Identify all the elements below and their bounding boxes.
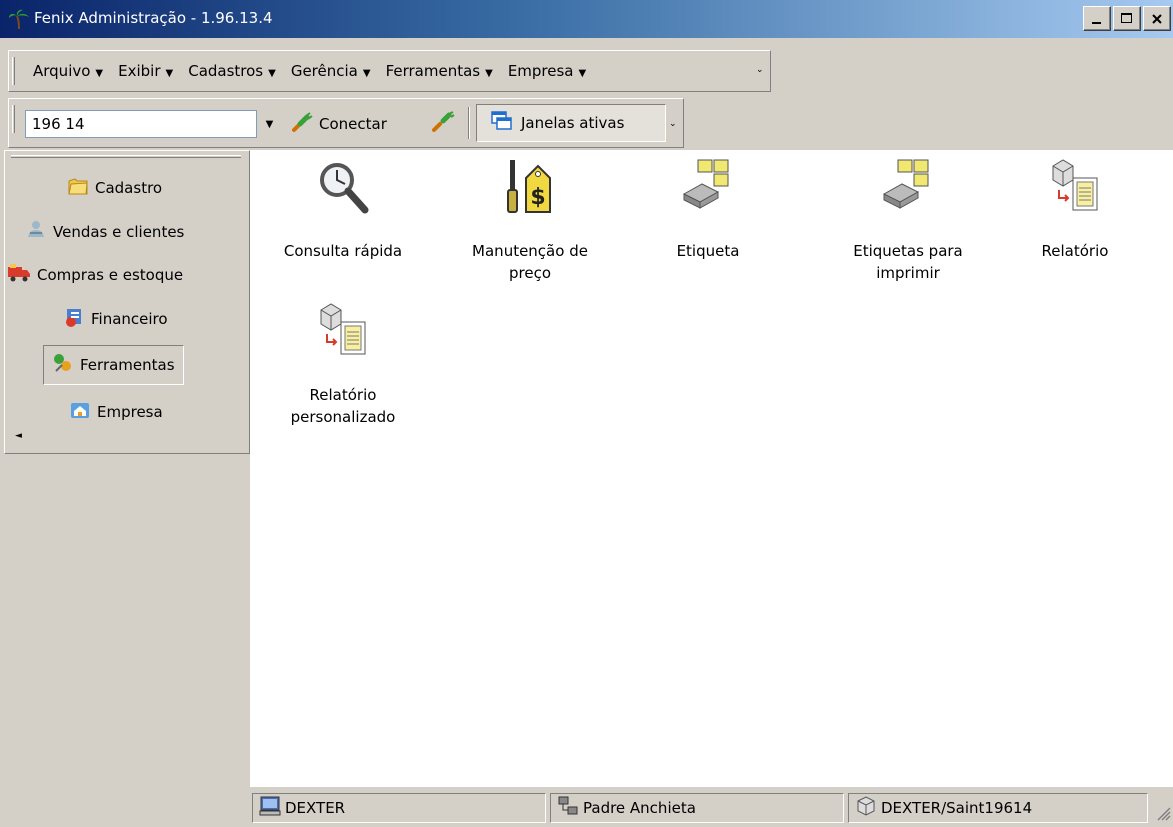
window-controls: [1083, 6, 1171, 31]
menu-empresa[interactable]: Empresa ▼: [508, 62, 586, 80]
finance-icon: [63, 306, 85, 332]
toolbar: ▼ Conectar Janelas ativas ⌄: [8, 98, 684, 148]
status-computer: DEXTER: [252, 793, 546, 823]
report-icon: [258, 302, 428, 384]
palm-tree-icon: [8, 8, 30, 34]
menu-exibir[interactable]: Exibir ▼: [118, 62, 173, 80]
tile-label: Etiqueta: [676, 242, 740, 260]
minimize-button[interactable]: [1083, 6, 1111, 31]
tile-manutencao-de-preco[interactable]: $ Manutenção de preço: [445, 158, 615, 284]
sidebar: Cadastro Vendas e clientes Compras e est…: [4, 150, 250, 454]
network-icon: [557, 796, 579, 820]
menu-overflow-chevron-icon[interactable]: ⌄: [756, 65, 764, 75]
menu-arquivo[interactable]: Arquivo ▼: [33, 62, 103, 80]
handshake-icon: [25, 219, 47, 245]
tile-label: Etiquetas para imprimir: [853, 242, 963, 282]
report-icon: [990, 158, 1160, 240]
sidebar-item-ferramentas[interactable]: Ferramentas: [43, 345, 184, 385]
caret-down-icon: ▼: [95, 68, 104, 79]
sidebar-grip: [11, 155, 241, 158]
sidebar-item-compras-e-estoque[interactable]: Compras e estoque: [7, 262, 183, 288]
connection-combo[interactable]: ▼: [25, 110, 282, 138]
close-button[interactable]: [1143, 6, 1171, 31]
menu-gerencia[interactable]: Gerência ▼: [291, 62, 371, 80]
svg-text:$: $: [530, 185, 545, 210]
tile-etiquetas-para-imprimir[interactable]: Etiquetas para imprimir: [823, 158, 993, 284]
tile-label: Relatório personalizado: [290, 386, 396, 426]
active-windows-label: Janelas ativas: [521, 114, 625, 132]
caret-down-icon: ▼: [578, 68, 587, 79]
status-bar: DEXTER Padre Anchieta DEXTER/Saint19614: [0, 787, 1173, 827]
label-printer-icon: [823, 158, 993, 240]
label-printer-icon: [623, 158, 793, 240]
connect-button[interactable]: Conectar: [291, 111, 387, 137]
resize-grip-icon[interactable]: [1155, 805, 1171, 825]
title-bar: Fenix Administração - 1.96.13.4: [0, 0, 1173, 38]
menu-bar: Arquivo ▼ Exibir ▼ Cadastros ▼ Gerência ▼ Fe…: [8, 50, 771, 92]
combo-dropdown-arrow-icon[interactable]: ▼: [257, 110, 282, 138]
window-title: Fenix Administração - 1.96.13.4: [34, 9, 273, 27]
tile-label: Manutenção de preço: [472, 242, 588, 282]
active-windows-button[interactable]: Janelas ativas: [476, 104, 666, 142]
company-icon: [69, 399, 91, 425]
caret-down-icon: ▼: [485, 68, 493, 79]
plug-icon: [291, 111, 313, 137]
maximize-button[interactable]: [1113, 6, 1141, 31]
connect-label: Conectar: [319, 115, 387, 133]
content-panel: Consulta rápida $ Manutenção de preço Et…: [250, 150, 1173, 787]
sidebar-item-vendas-e-clientes[interactable]: Vendas e clientes: [25, 219, 184, 245]
tools-icon: [52, 352, 74, 378]
menu-grip[interactable]: [12, 57, 15, 85]
connection-input[interactable]: [25, 110, 257, 138]
folder-icon: [67, 175, 89, 201]
windows-icon: [491, 111, 513, 135]
tile-label: Consulta rápida: [283, 242, 403, 260]
sidebar-item-financeiro[interactable]: Financeiro: [63, 306, 168, 332]
menu-ferramentas[interactable]: Ferramentas ▼: [386, 62, 493, 80]
tile-relatorio[interactable]: Relatório: [990, 158, 1160, 262]
sidebar-item-cadastro[interactable]: Cadastro: [67, 175, 162, 201]
tile-relatorio-personalizado[interactable]: Relatório personalizado: [258, 302, 428, 428]
caret-down-icon: ▼: [165, 68, 174, 79]
disconnect-plug-icon[interactable]: [431, 111, 455, 133]
toolbar-grip[interactable]: [12, 105, 15, 133]
status-database: DEXTER/Saint19614: [848, 793, 1148, 823]
database-icon: [855, 796, 877, 820]
tile-label: Relatório: [1041, 242, 1109, 260]
price-tag-icon: $: [445, 158, 615, 240]
scroll-left-arrow-icon[interactable]: ◄: [15, 431, 22, 441]
truck-icon: [7, 262, 31, 288]
magnifier-icon: [258, 158, 428, 240]
tile-etiqueta[interactable]: Etiqueta: [623, 158, 793, 262]
sidebar-item-empresa[interactable]: Empresa: [69, 399, 163, 425]
menu-cadastros[interactable]: Cadastros ▼: [188, 62, 276, 80]
caret-down-icon: ▼: [362, 68, 371, 79]
toolbar-overflow-chevron-icon[interactable]: ⌄: [669, 119, 677, 129]
status-branch: Padre Anchieta: [550, 793, 844, 823]
caret-down-icon: ▼: [268, 68, 276, 79]
tile-consulta-rapida[interactable]: Consulta rápida: [258, 158, 428, 262]
toolbar-separator: [468, 107, 470, 139]
computer-icon: [259, 796, 281, 820]
